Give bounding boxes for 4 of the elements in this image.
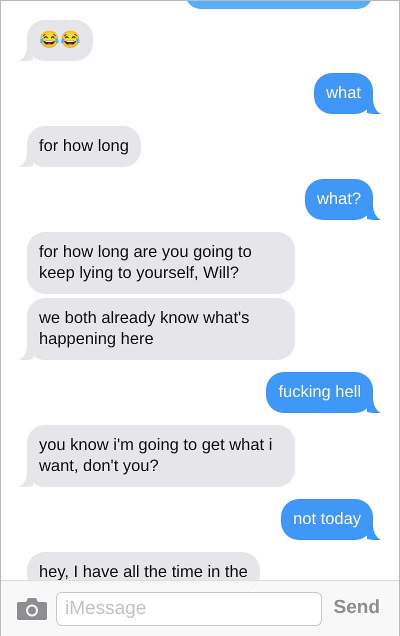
camera-icon[interactable] bbox=[16, 596, 48, 620]
message-field[interactable]: iMessage bbox=[56, 592, 322, 626]
message-bubble: for how long are you going to keep lying to yourself, Will? bbox=[27, 232, 295, 294]
send-button[interactable]: Send bbox=[330, 594, 384, 623]
